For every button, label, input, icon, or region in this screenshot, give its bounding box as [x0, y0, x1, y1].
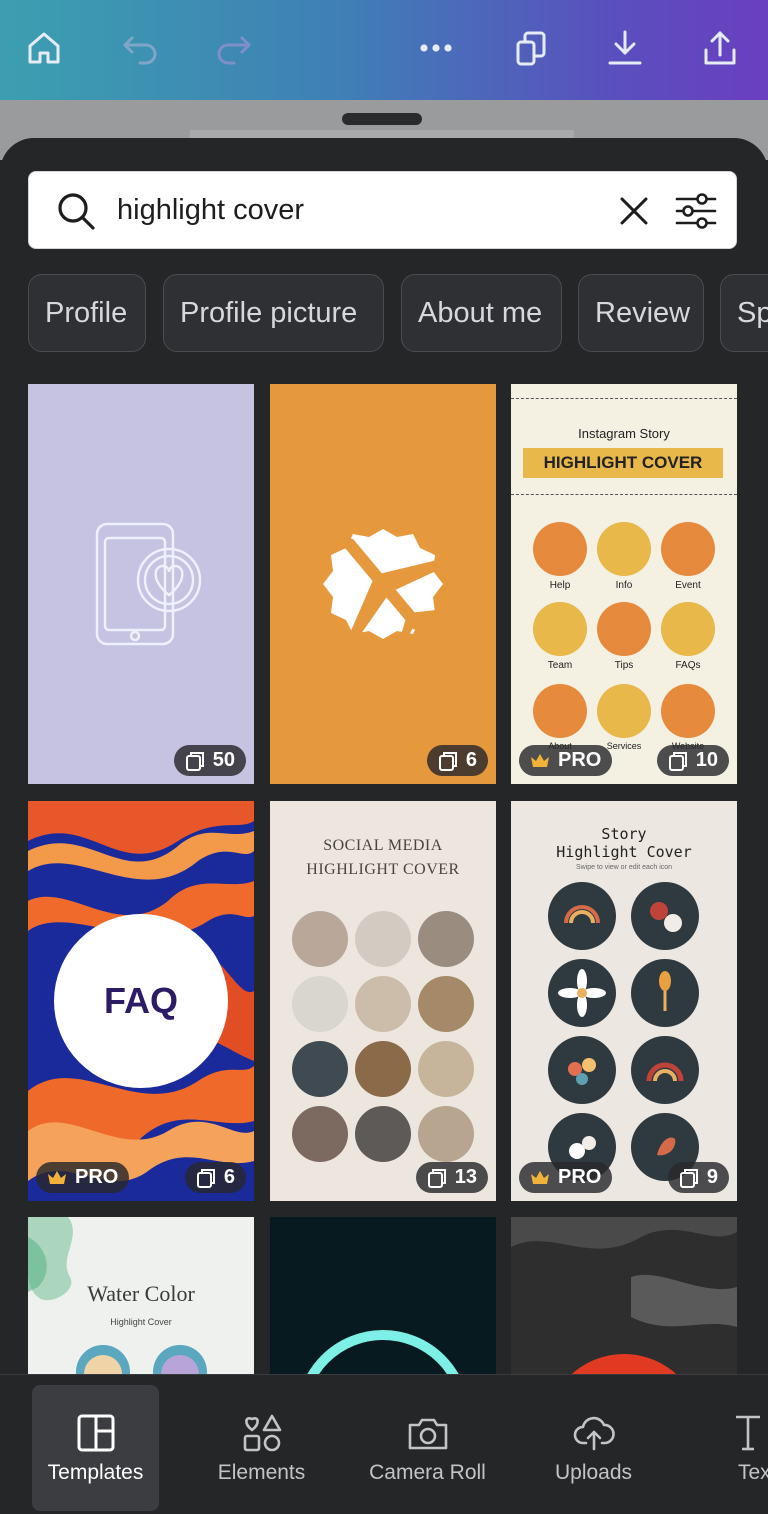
nav-label: Elements	[217, 1461, 306, 1484]
photo-red-circle	[511, 1217, 737, 1374]
chip-review[interactable]: Review	[578, 274, 704, 352]
crown-icon	[531, 753, 549, 767]
template-card[interactable]: Instagram Story HIGHLIGHT COVER Help Inf…	[511, 384, 737, 784]
chip-about-me[interactable]: About me	[401, 274, 562, 352]
template-card[interactable]: 50	[28, 384, 254, 784]
redo-icon[interactable]	[212, 26, 256, 70]
nav-camera-roll[interactable]: Camera Roll	[360, 1385, 495, 1511]
about-circle	[533, 684, 587, 738]
template-card[interactable]: SOCIAL MEDIA HIGHLIGHT COVER 13	[270, 801, 496, 1201]
pro-badge: PRO	[519, 1162, 613, 1193]
download-icon[interactable]	[603, 26, 647, 70]
divider	[511, 494, 737, 495]
search-icon	[58, 193, 95, 230]
pages-icon	[668, 751, 687, 771]
ring-graphic	[307, 1330, 459, 1374]
copy-icon[interactable]	[509, 26, 553, 70]
upload-cloud-icon	[573, 1416, 615, 1451]
text-icon	[736, 1415, 760, 1451]
website-circle	[661, 684, 715, 738]
faqs-circle	[661, 602, 715, 656]
services-circle	[597, 684, 651, 738]
suggestion-chips: Profile Profile picture About me Review …	[28, 274, 768, 354]
faq-text: FAQ	[103, 980, 178, 1021]
clear-search-icon[interactable]	[615, 192, 653, 230]
elements-icon	[243, 1414, 281, 1452]
nav-templates[interactable]: Templates	[32, 1385, 159, 1511]
pages-icon	[679, 1168, 698, 1188]
icon-label: Event	[675, 580, 701, 591]
pages-icon	[196, 1168, 215, 1188]
search-bar	[28, 171, 737, 249]
card-title-small: Instagram Story	[578, 426, 670, 441]
icon-label: Info	[615, 580, 633, 591]
icon-label: Help	[549, 580, 571, 591]
search-input[interactable]	[117, 172, 597, 248]
undo-icon[interactable]	[118, 26, 162, 70]
faq-circle: FAQ	[54, 914, 228, 1088]
app-root: Profile Profile picture About me Review …	[0, 0, 768, 1514]
page-count-badge: 13	[415, 1162, 488, 1193]
pages-icon	[438, 751, 457, 771]
template-card[interactable]	[511, 1217, 737, 1374]
icon-label: FAQs	[675, 660, 701, 671]
template-card[interactable]	[270, 1217, 496, 1374]
chip-profile-picture[interactable]: Profile picture	[163, 274, 384, 352]
pro-badge: PRO	[519, 745, 613, 776]
sheet-drag-handle[interactable]	[342, 113, 422, 125]
templates-icon	[77, 1414, 114, 1452]
pages-icon	[185, 751, 204, 771]
tips-circle	[597, 602, 651, 656]
nav-label: Tex	[738, 1461, 768, 1484]
nav-elements[interactable]: Elements	[198, 1385, 325, 1511]
more-icon[interactable]	[414, 26, 458, 70]
help-circle	[533, 522, 587, 576]
team-circle	[533, 602, 587, 656]
phone-heart-icon	[95, 522, 202, 646]
icon-label: Tips	[614, 660, 634, 671]
info-circle	[597, 522, 651, 576]
home-icon[interactable]	[22, 26, 66, 70]
nav-label: Templates	[47, 1461, 144, 1484]
pro-badge: PRO	[36, 1162, 130, 1193]
bottom-nav: Templates Elements Camera Roll Uploads T…	[0, 1374, 768, 1514]
card-title-big: HIGHLIGHT COVER	[523, 448, 723, 478]
page-count-badge: 10	[656, 745, 729, 776]
template-card[interactable]: Story Highlight Cover Swipe to view or e…	[511, 801, 737, 1201]
nav-label: Camera Roll	[369, 1461, 486, 1484]
crown-icon	[48, 1170, 66, 1184]
airplane-badge-icon	[323, 529, 443, 646]
template-card[interactable]: Water Color Highlight Cover	[28, 1217, 254, 1374]
page-count-badge: 50	[173, 745, 246, 776]
nav-text[interactable]: Tex	[716, 1385, 768, 1511]
chip-profile[interactable]: Profile	[28, 274, 146, 352]
event-circle	[661, 522, 715, 576]
top-toolbar	[0, 0, 768, 100]
divider	[511, 398, 737, 399]
nav-label: Uploads	[554, 1461, 633, 1484]
template-card[interactable]: 6	[270, 384, 496, 784]
card-subtitle: Highlight Cover	[110, 1317, 172, 1327]
photo-circles	[292, 911, 474, 1162]
template-card[interactable]: FAQ PRO 6	[28, 801, 254, 1201]
page-count-badge: 9	[667, 1162, 729, 1193]
camera-icon	[408, 1418, 447, 1450]
page-count-badge: 6	[184, 1162, 246, 1193]
icon-label: Team	[547, 660, 573, 671]
pages-icon	[427, 1168, 446, 1188]
boho-icon-circles	[548, 882, 699, 1181]
card-title: Water Color	[87, 1281, 195, 1306]
chip-sp[interactable]: Sp	[720, 274, 768, 352]
nav-uploads[interactable]: Uploads	[530, 1385, 657, 1511]
page-count-badge: 6	[426, 745, 488, 776]
crown-icon	[531, 1170, 549, 1184]
filter-icon[interactable]	[673, 188, 719, 234]
share-icon[interactable]	[698, 26, 742, 70]
